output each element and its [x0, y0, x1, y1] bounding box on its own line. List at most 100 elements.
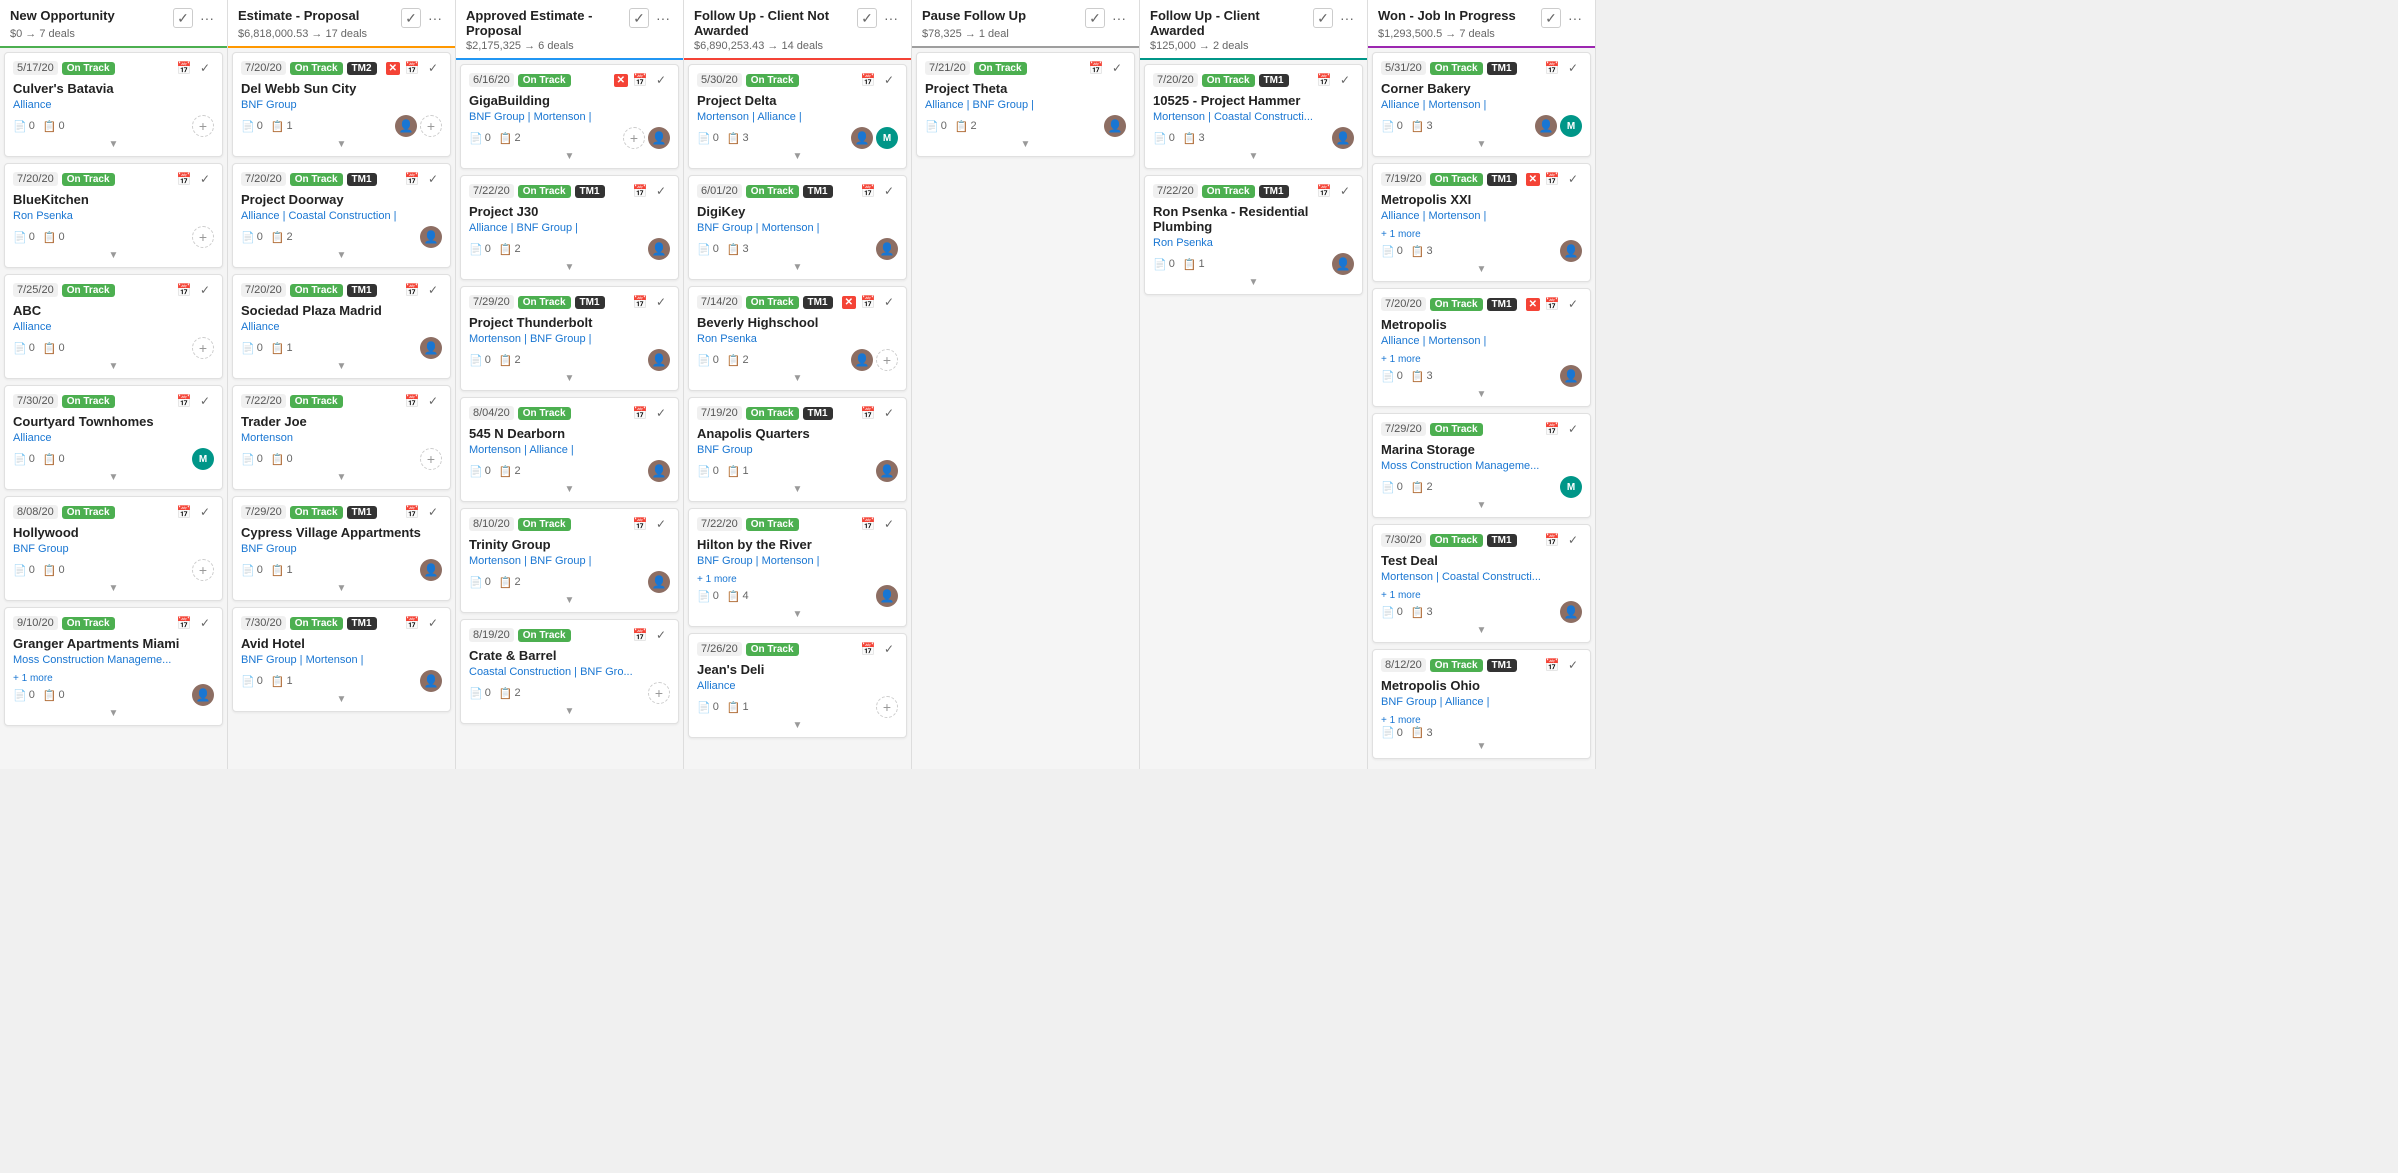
card-company[interactable]: BNF Group | Mortenson | — [697, 555, 898, 567]
card-expand-button[interactable]: ▼ — [1381, 387, 1582, 402]
card-expand-button[interactable]: ▼ — [1381, 739, 1582, 754]
column-check-button[interactable]: ✓ — [1541, 8, 1561, 28]
card[interactable]: 7/22/20On Track📅✓Hilton by the RiverBNF … — [688, 508, 907, 627]
column-check-button[interactable]: ✓ — [173, 8, 193, 28]
companies-more-link[interactable]: + 1 more — [13, 673, 53, 684]
calendar-icon[interactable]: 📅 — [859, 515, 877, 533]
calendar-icon[interactable]: 📅 — [1543, 656, 1561, 674]
card-expand-button[interactable]: ▼ — [469, 260, 670, 275]
check-icon[interactable]: ✓ — [1336, 182, 1354, 200]
check-icon[interactable]: ✓ — [652, 71, 670, 89]
card[interactable]: 7/20/20On TrackTM2✕📅✓Del Webb Sun CityBN… — [232, 52, 451, 157]
card-company[interactable]: Coastal Construction | BNF Gro... — [469, 666, 670, 678]
column-more-button[interactable]: ··· — [653, 8, 673, 28]
card-expand-button[interactable]: ▼ — [241, 359, 442, 374]
card-name[interactable]: Avid Hotel — [241, 636, 442, 651]
card-name[interactable]: Hollywood — [13, 525, 214, 540]
card-expand-button[interactable]: ▼ — [697, 371, 898, 386]
card-company[interactable]: BNF Group — [241, 99, 442, 111]
card[interactable]: 7/20/20On TrackTM1📅✓Project DoorwayAllia… — [232, 163, 451, 268]
card-name[interactable]: Crate & Barrel — [469, 648, 670, 663]
card-company[interactable]: BNF Group | Mortenson | — [469, 111, 670, 123]
card-name[interactable]: Trader Joe — [241, 414, 442, 429]
card[interactable]: 8/08/20On Track📅✓HollywoodBNF Group📄 0📋 … — [4, 496, 223, 601]
check-icon[interactable]: ✓ — [880, 640, 898, 658]
calendar-icon[interactable]: 📅 — [631, 71, 649, 89]
check-icon[interactable]: ✓ — [196, 503, 214, 521]
card[interactable]: 7/26/20On Track📅✓Jean's DeliAlliance📄 0📋… — [688, 633, 907, 738]
calendar-icon[interactable]: 📅 — [631, 404, 649, 422]
card-expand-button[interactable]: ▼ — [469, 149, 670, 164]
card-name[interactable]: 545 N Dearborn — [469, 426, 670, 441]
check-icon[interactable]: ✓ — [424, 503, 442, 521]
card-expand-button[interactable]: ▼ — [697, 260, 898, 275]
check-icon[interactable]: ✓ — [652, 293, 670, 311]
card-company[interactable]: Alliance — [241, 321, 442, 333]
card[interactable]: 7/22/20On TrackTM1📅✓Ron Psenka - Residen… — [1144, 175, 1363, 295]
check-icon[interactable]: ✓ — [196, 170, 214, 188]
card-expand-button[interactable]: ▼ — [241, 692, 442, 707]
card-company[interactable]: Mortenson | BNF Group | — [469, 333, 670, 345]
check-icon[interactable]: ✓ — [880, 515, 898, 533]
card-name[interactable]: Metropolis — [1381, 317, 1582, 332]
calendar-icon[interactable]: 📅 — [859, 640, 877, 658]
card-company[interactable]: Alliance | Mortenson | — [1381, 335, 1582, 347]
card-company[interactable]: BNF Group — [697, 444, 898, 456]
check-icon[interactable]: ✓ — [652, 182, 670, 200]
card-name[interactable]: Metropolis XXI — [1381, 192, 1582, 207]
companies-more-link[interactable]: + 1 more — [697, 574, 737, 585]
card[interactable]: 5/31/20On TrackTM1📅✓Corner BakeryAllianc… — [1372, 52, 1591, 157]
card-company[interactable]: BNF Group | Mortenson | — [697, 222, 898, 234]
card-name[interactable]: Ron Psenka - Residential Plumbing — [1153, 204, 1354, 234]
card[interactable]: 7/14/20On TrackTM1✕📅✓Beverly HighschoolR… — [688, 286, 907, 391]
card-name[interactable]: DigiKey — [697, 204, 898, 219]
calendar-icon[interactable]: 📅 — [403, 503, 421, 521]
card[interactable]: 7/25/20On Track📅✓ABCAlliance📄 0📋 0+▼ — [4, 274, 223, 379]
calendar-icon[interactable]: 📅 — [1543, 531, 1561, 549]
column-more-button[interactable]: ··· — [1109, 8, 1129, 28]
card[interactable]: 9/10/20On Track📅✓Granger Apartments Miam… — [4, 607, 223, 726]
calendar-icon[interactable]: 📅 — [175, 392, 193, 410]
companies-more-link[interactable]: + 1 more — [1381, 354, 1421, 365]
card[interactable]: 7/19/20On TrackTM1✕📅✓Metropolis XXIAllia… — [1372, 163, 1591, 282]
card[interactable]: 5/17/20On Track📅✓Culver's BataviaAllianc… — [4, 52, 223, 157]
companies-more-link[interactable]: + 1 more — [1381, 229, 1421, 240]
card[interactable]: 7/20/20On TrackTM1✕📅✓MetropolisAlliance … — [1372, 288, 1591, 407]
calendar-icon[interactable]: 📅 — [403, 170, 421, 188]
column-check-button[interactable]: ✓ — [857, 8, 877, 28]
card-expand-button[interactable]: ▼ — [13, 470, 214, 485]
card-company[interactable]: Alliance | Mortenson | — [1381, 99, 1582, 111]
calendar-icon[interactable]: 📅 — [1543, 170, 1561, 188]
check-icon[interactable]: ✓ — [424, 392, 442, 410]
calendar-icon[interactable]: 📅 — [1087, 59, 1105, 77]
close-icon[interactable]: ✕ — [614, 74, 628, 87]
card-expand-button[interactable]: ▼ — [925, 137, 1126, 152]
calendar-icon[interactable]: 📅 — [1315, 182, 1333, 200]
card-name[interactable]: Marina Storage — [1381, 442, 1582, 457]
card[interactable]: 6/16/20On Track✕📅✓GigaBuildingBNF Group … — [460, 64, 679, 169]
close-icon[interactable]: ✕ — [1526, 298, 1540, 311]
calendar-icon[interactable]: 📅 — [403, 281, 421, 299]
card-expand-button[interactable]: ▼ — [697, 718, 898, 733]
card-expand-button[interactable]: ▼ — [13, 706, 214, 721]
check-icon[interactable]: ✓ — [196, 614, 214, 632]
calendar-icon[interactable]: 📅 — [403, 59, 421, 77]
card-company[interactable]: Mortenson | Alliance | — [697, 111, 898, 123]
card-company[interactable]: BNF Group — [241, 543, 442, 555]
card-expand-button[interactable]: ▼ — [1381, 498, 1582, 513]
calendar-icon[interactable]: 📅 — [1315, 71, 1333, 89]
check-icon[interactable]: ✓ — [1564, 170, 1582, 188]
calendar-icon[interactable]: 📅 — [859, 293, 877, 311]
card-company[interactable]: Alliance | Coastal Construction | — [241, 210, 442, 222]
check-icon[interactable]: ✓ — [880, 182, 898, 200]
card-expand-button[interactable]: ▼ — [241, 137, 442, 152]
calendar-icon[interactable]: 📅 — [175, 503, 193, 521]
calendar-icon[interactable]: 📅 — [175, 614, 193, 632]
card-name[interactable]: Del Webb Sun City — [241, 81, 442, 96]
card-name[interactable]: Culver's Batavia — [13, 81, 214, 96]
card[interactable]: 6/01/20On TrackTM1📅✓DigiKeyBNF Group | M… — [688, 175, 907, 280]
check-icon[interactable]: ✓ — [652, 626, 670, 644]
calendar-icon[interactable]: 📅 — [631, 515, 649, 533]
card[interactable]: 7/20/20On TrackTM1📅✓Sociedad Plaza Madri… — [232, 274, 451, 379]
card-company[interactable]: Moss Construction Manageme... — [1381, 460, 1582, 472]
